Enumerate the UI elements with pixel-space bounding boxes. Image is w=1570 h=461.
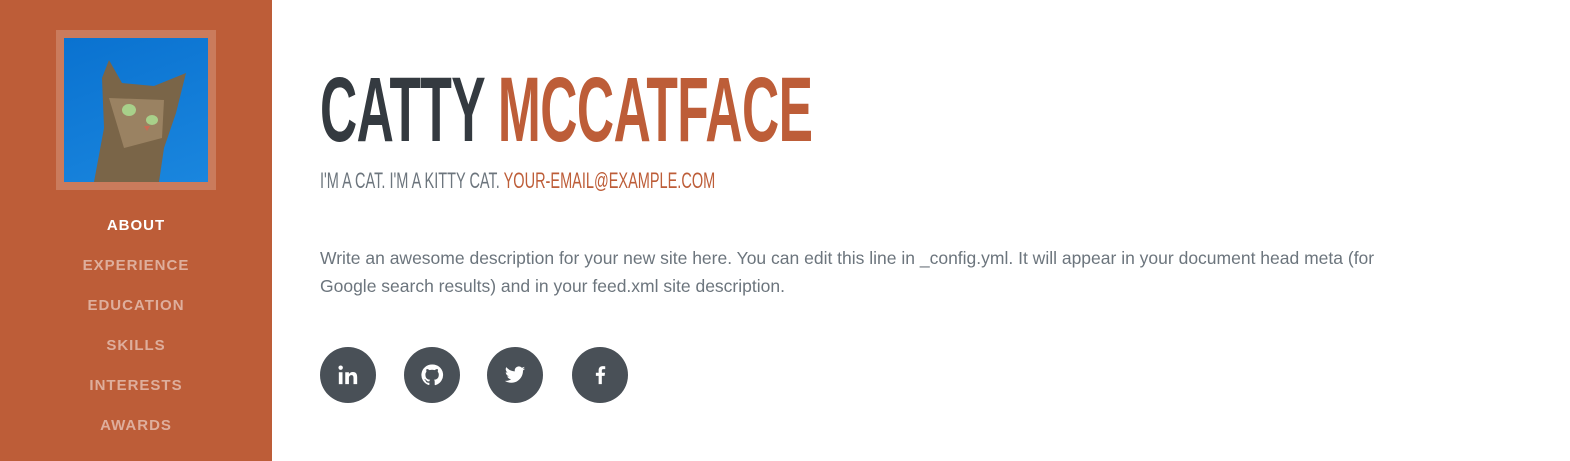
page-title: CATTY MCCATFACE	[320, 64, 813, 156]
github-button[interactable]	[404, 347, 460, 403]
nav-awards[interactable]: AWARDS	[0, 417, 272, 434]
nav-experience[interactable]: EXPERIENCE	[0, 257, 272, 274]
github-icon	[421, 364, 444, 386]
tagline: I'M A CAT. I'M A KITTY CAT.	[320, 168, 500, 193]
linkedin-icon	[338, 365, 358, 385]
twitter-icon	[504, 366, 526, 383]
facebook-icon	[595, 366, 606, 385]
first-name: CATTY	[320, 59, 485, 161]
profile-avatar	[56, 30, 216, 190]
description: Write an awesome description for your ne…	[320, 248, 1375, 296]
sidebar: ABOUT EXPERIENCE EDUCATION SKILLS INTERE…	[0, 0, 272, 461]
last-name: MCCATFACE	[497, 59, 813, 161]
twitter-button[interactable]	[487, 347, 543, 403]
cat-photo	[64, 38, 208, 182]
nav-education[interactable]: EDUCATION	[0, 297, 272, 314]
subheading: I'M A CAT. I'M A KITTY CAT. YOUR-EMAIL@E…	[320, 168, 715, 194]
nav-interests[interactable]: INTERESTS	[0, 377, 272, 394]
nav-skills[interactable]: SKILLS	[0, 337, 272, 354]
nav-about[interactable]: ABOUT	[0, 217, 272, 234]
facebook-button[interactable]	[572, 347, 628, 403]
linkedin-button[interactable]	[320, 347, 376, 403]
email-link[interactable]: YOUR-EMAIL@EXAMPLE.COM	[504, 168, 716, 193]
